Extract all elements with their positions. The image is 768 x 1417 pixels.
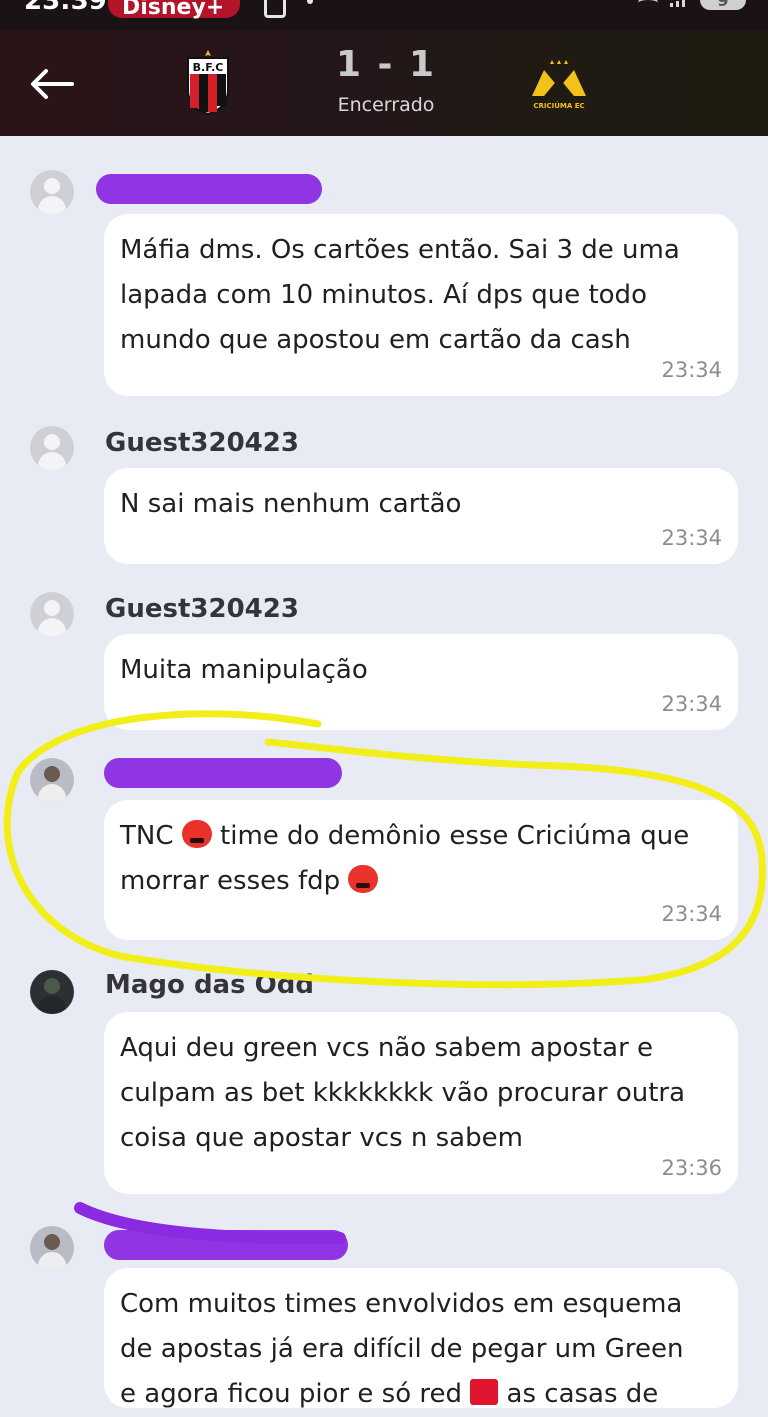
away-crest-text: CRICIÚMA EC xyxy=(533,101,584,110)
avatar[interactable] xyxy=(30,970,74,1014)
score: 1 - 1 xyxy=(335,44,437,85)
status-bar: 23:39 Disney+ 9 xyxy=(0,0,768,30)
face-with-symbols-icon xyxy=(348,865,379,893)
screen-record-icon xyxy=(264,0,286,18)
message-time: 23:36 xyxy=(661,1156,722,1180)
clock: 23:39 xyxy=(24,0,107,16)
message-time: 23:34 xyxy=(661,692,722,716)
notification-dot-icon xyxy=(307,0,313,4)
message-text: Máfia dms. Os cartões então. Sai 3 de um… xyxy=(120,235,680,355)
message-text: Muita manipulação xyxy=(120,655,368,685)
wifi-icon xyxy=(638,0,658,10)
avatar[interactable] xyxy=(30,170,74,214)
avatar[interactable] xyxy=(30,1226,74,1270)
red-square-icon xyxy=(470,1379,499,1405)
redacted-username xyxy=(96,174,322,204)
message-time: 23:34 xyxy=(661,526,722,550)
avatar[interactable] xyxy=(30,592,74,636)
message-bubble[interactable]: Com muitos times envolvidos em esquema d… xyxy=(104,1268,738,1409)
signal-icon xyxy=(670,0,685,7)
message-time: 23:34 xyxy=(661,902,722,926)
username[interactable]: Mago das Odd xyxy=(105,970,314,1000)
avatar[interactable] xyxy=(30,758,74,802)
redacted-username xyxy=(104,1230,348,1260)
message-time: 23:34 xyxy=(661,358,722,382)
avatar[interactable] xyxy=(30,426,74,470)
battery-icon: 9 xyxy=(700,0,746,10)
message-bubble[interactable]: TNC time do demônio esse Criciúma que mo… xyxy=(104,800,738,940)
message-bubble[interactable]: Muita manipulação 23:34 xyxy=(104,634,738,730)
redacted-username xyxy=(104,758,342,788)
message-bubble[interactable]: Máfia dms. Os cartões então. Sai 3 de um… xyxy=(104,214,738,396)
app-chip: Disney+ xyxy=(108,0,241,20)
message-bubble[interactable]: N sai mais nenhum cartão 23:34 xyxy=(104,468,738,564)
home-team-crest[interactable]: B.F.C xyxy=(184,50,232,116)
message-text: Aqui deu green vcs não sabem apostar e c… xyxy=(120,1033,686,1153)
face-with-symbols-icon xyxy=(181,820,212,848)
message-bubble[interactable]: Aqui deu green vcs não sabem apostar e c… xyxy=(104,1012,738,1194)
home-crest-text: B.F.C xyxy=(193,61,224,74)
away-team-crest[interactable]: CRICIÚMA EC xyxy=(524,56,594,112)
message-text: TNC time do demônio esse Criciúma que mo… xyxy=(120,820,690,896)
match-header: B.F.C 1 - 1 Encerrado CRICIÚMA EC xyxy=(0,30,768,136)
back-arrow-icon[interactable] xyxy=(30,68,74,100)
username[interactable]: Guest320423 xyxy=(105,594,299,624)
message-text: N sai mais nenhum cartão xyxy=(120,489,462,519)
match-status: Encerrado xyxy=(337,94,435,116)
username[interactable]: Guest320423 xyxy=(105,428,299,458)
